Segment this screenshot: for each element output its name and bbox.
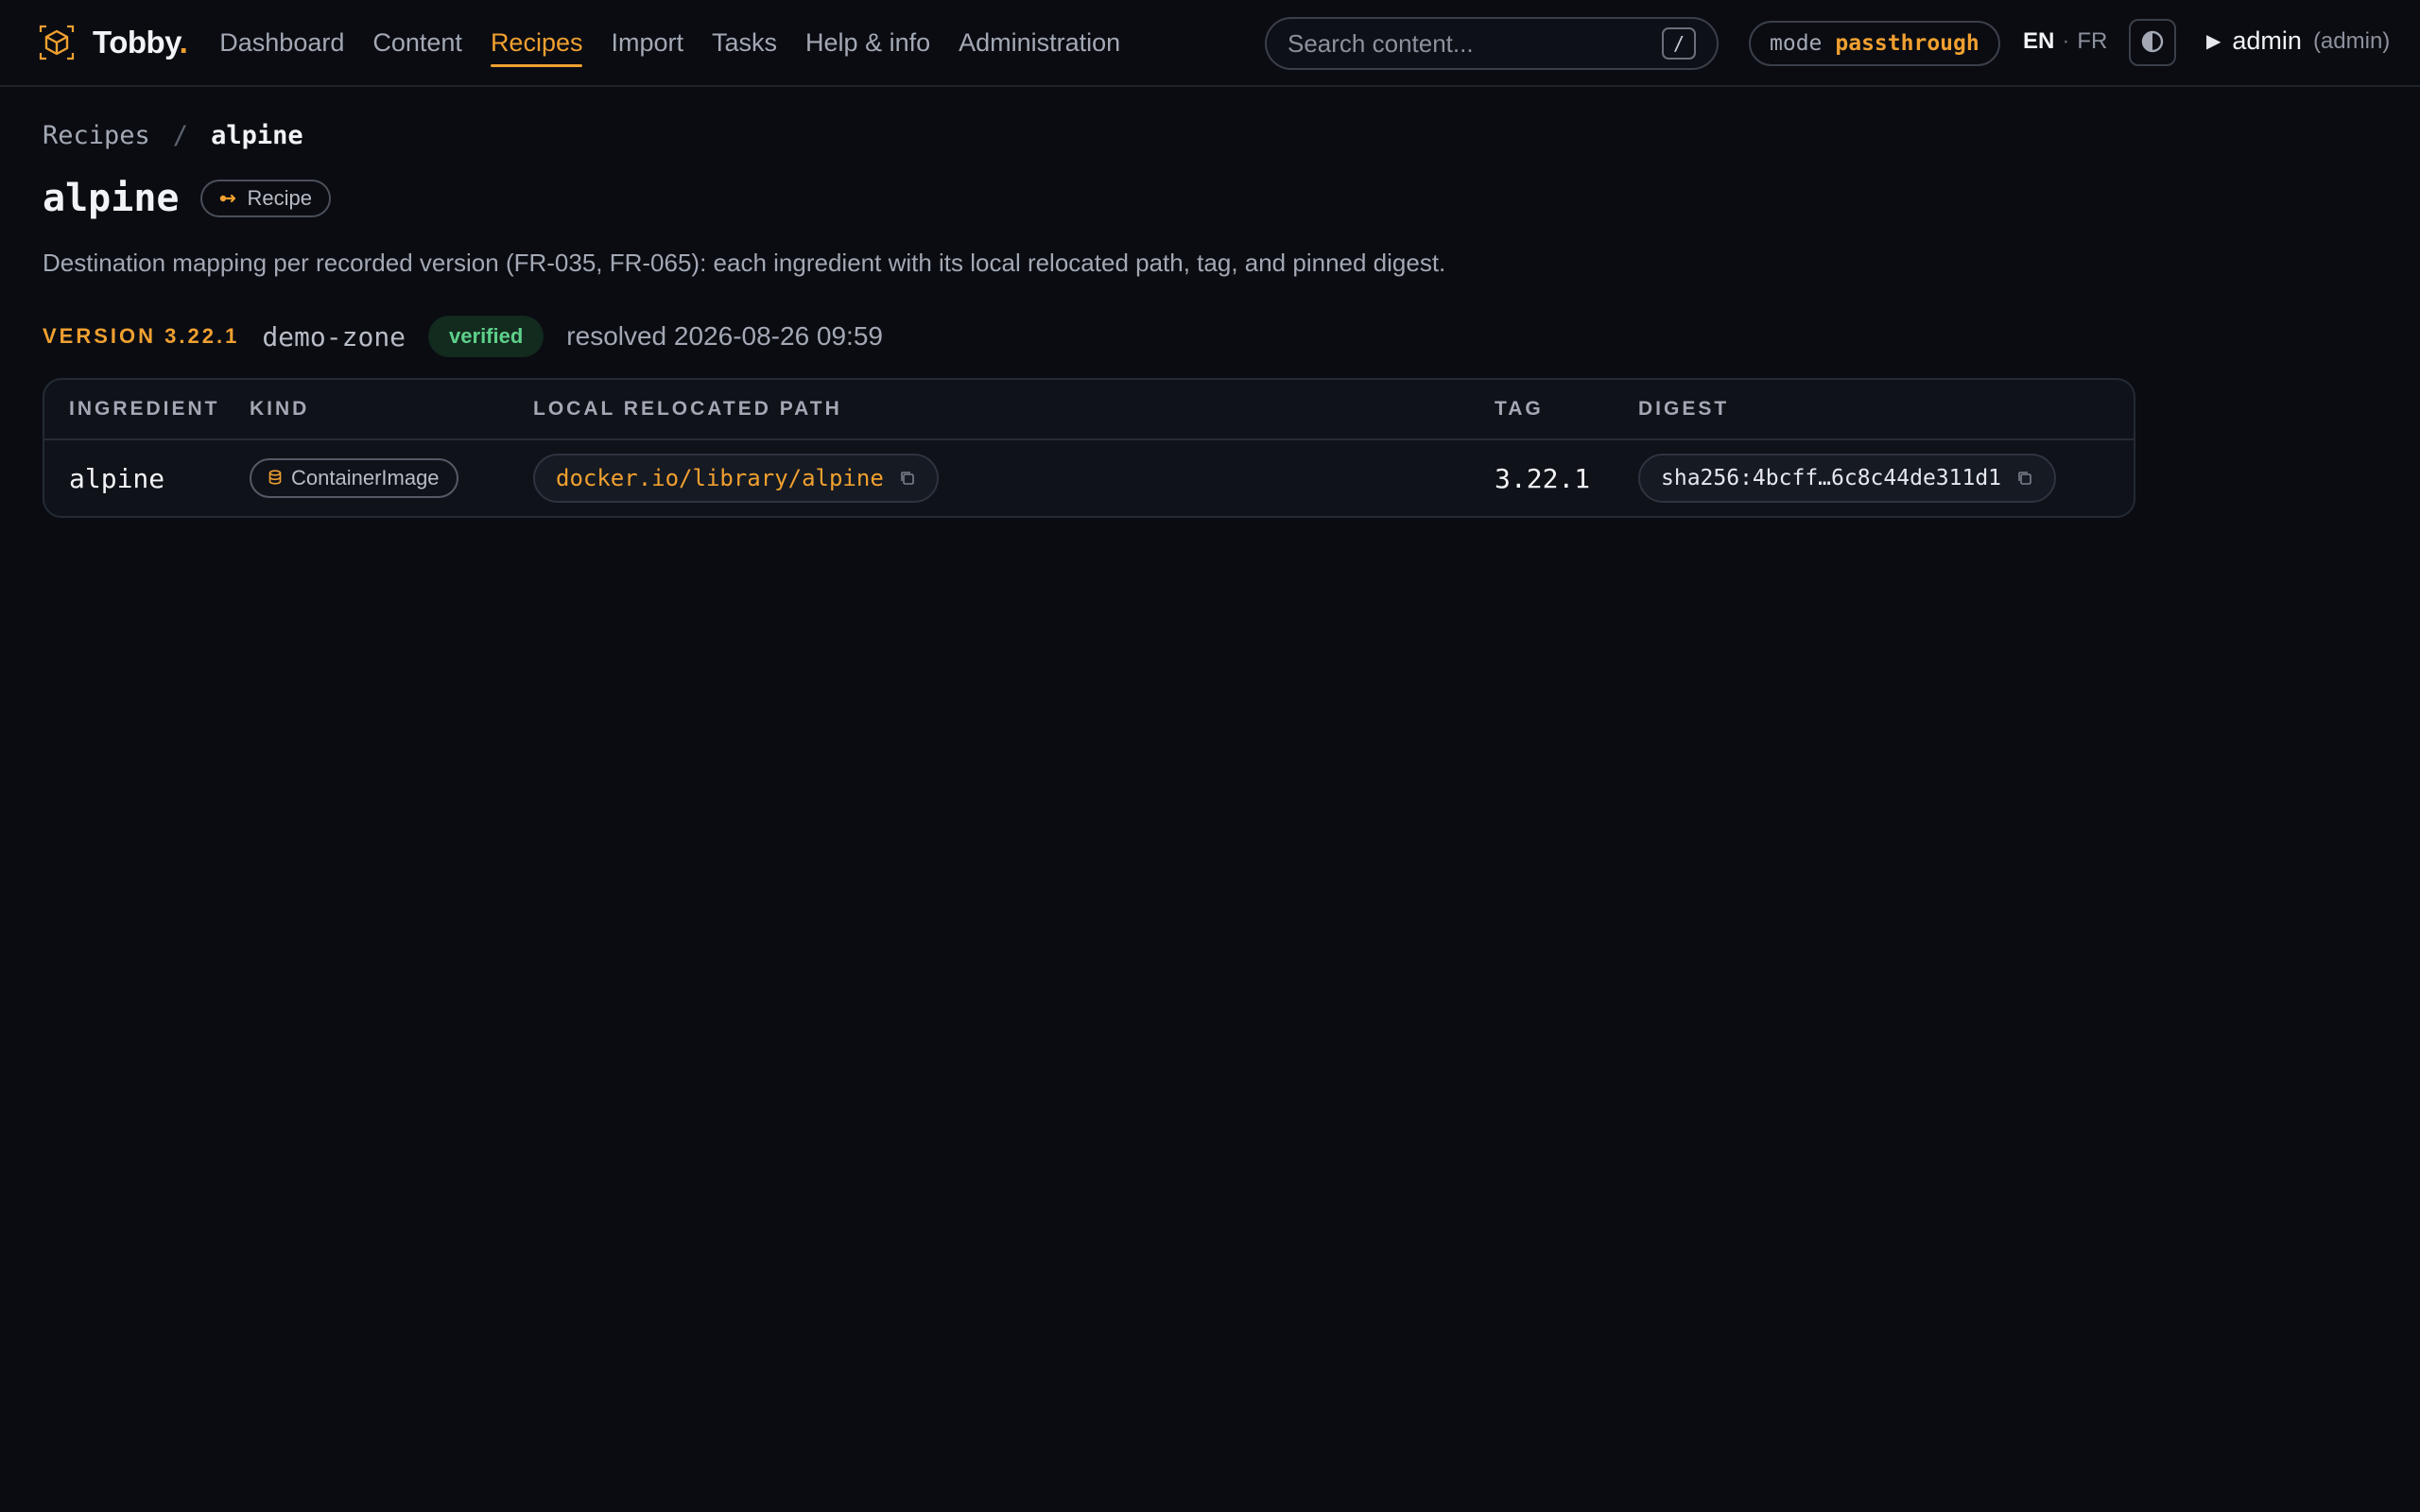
digest-pill: sha256:4bcff…6c8c44de311d1	[1638, 454, 2057, 503]
language-switcher: EN · FR	[2023, 28, 2107, 55]
top-bar: Tobby. Dashboard Content Recipes Import …	[0, 0, 2420, 87]
zone-name: demo-zone	[262, 320, 406, 352]
breadcrumb-current: alpine	[211, 121, 303, 150]
nav-dashboard[interactable]: Dashboard	[219, 21, 344, 65]
page-description: Destination mapping per recorded version…	[43, 249, 1446, 277]
page-title: alpine	[43, 177, 180, 220]
status-badge: verified	[428, 316, 544, 357]
kind-pill: ContainerImage	[250, 458, 458, 498]
table-header: INGREDIENT KIND LOCAL RELOCATED PATH TAG…	[44, 380, 2134, 440]
cell-digest: sha256:4bcff…6c8c44de311d1	[1638, 454, 2134, 503]
ingredients-table: INGREDIENT KIND LOCAL RELOCATED PATH TAG…	[43, 378, 2135, 518]
digest-text: sha256:4bcff…6c8c44de311d1	[1661, 466, 2002, 490]
search-box: /	[1265, 17, 1719, 70]
lang-fr[interactable]: FR	[2077, 28, 2107, 55]
mode-value: passthrough	[1835, 31, 1979, 56]
mode-label: mode	[1770, 31, 1823, 56]
breadcrumb-recipes[interactable]: Recipes	[43, 121, 150, 150]
path-pill: docker.io/library/alpine	[533, 454, 939, 503]
database-icon	[268, 466, 282, 490]
resolved-timestamp: resolved 2026-08-26 09:59	[566, 321, 883, 351]
path-text: docker.io/library/alpine	[556, 465, 884, 491]
version-row: VERSION 3.22.1 demo-zone verified resolv…	[43, 316, 2377, 357]
user-role: (admin)	[2312, 27, 2391, 54]
column-header-ingredient: INGREDIENT	[69, 398, 220, 420]
recipe-icon	[219, 186, 238, 211]
user-name: admin	[2232, 26, 2302, 55]
lang-en[interactable]: EN	[2023, 28, 2054, 55]
nav-help-info[interactable]: Help & info	[805, 21, 930, 65]
column-header-tag: TAG	[1495, 398, 1544, 420]
main-content: Recipes / alpine alpine Recipe Destinati…	[0, 121, 2420, 518]
user-menu[interactable]: ▶ admin (admin)	[2206, 26, 2390, 56]
lang-separator: ·	[2062, 28, 2070, 54]
column-header-digest: DIGEST	[1638, 398, 1730, 420]
copy-path-icon[interactable]	[899, 470, 916, 487]
caret-right-icon: ▶	[2206, 31, 2221, 52]
search-shortcut-key: /	[1662, 27, 1696, 60]
cell-tag: 3.22.1	[1495, 462, 1591, 494]
recipe-badge-label: Recipe	[247, 186, 312, 210]
cell-path: docker.io/library/alpine	[533, 454, 1495, 503]
mode-indicator[interactable]: mode passthrough	[1749, 21, 2000, 66]
recipe-badge: Recipe	[199, 180, 331, 217]
column-header-path: LOCAL RELOCATED PATH	[533, 398, 842, 420]
cube-logo-icon	[38, 24, 76, 61]
nav-recipes[interactable]: Recipes	[490, 21, 582, 67]
search-input[interactable]	[1288, 28, 1662, 59]
breadcrumb-separator: /	[172, 121, 189, 150]
main-nav: Dashboard Content Recipes Import Tasks H…	[219, 21, 1120, 67]
copy-digest-icon[interactable]	[2016, 470, 2033, 487]
title-row: alpine Recipe	[43, 177, 2377, 220]
nav-import[interactable]: Import	[611, 21, 683, 65]
kind-label: ContainerImage	[291, 466, 440, 490]
column-header-kind: KIND	[250, 398, 310, 420]
version-label: VERSION 3.22.1	[43, 324, 240, 348]
nav-tasks[interactable]: Tasks	[712, 21, 777, 65]
cell-ingredient: alpine	[69, 462, 165, 494]
theme-toggle-button[interactable]	[2129, 19, 2176, 66]
table-row: alpine ContainerImage docker.io/library/…	[44, 440, 2134, 516]
brand[interactable]: Tobby.	[38, 24, 188, 61]
nav-content[interactable]: Content	[372, 21, 462, 65]
half-circle-icon	[2140, 29, 2165, 57]
nav-administration[interactable]: Administration	[959, 21, 1120, 65]
cell-kind: ContainerImage	[250, 458, 533, 498]
brand-name: Tobby.	[93, 25, 188, 60]
breadcrumb: Recipes / alpine	[43, 121, 2377, 150]
